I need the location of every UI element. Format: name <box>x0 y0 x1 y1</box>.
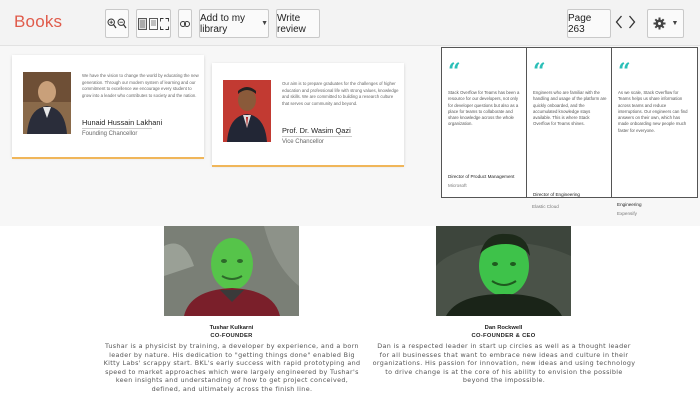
card-underline <box>212 165 404 167</box>
testimonial-company: Microsoft <box>448 183 467 188</box>
settings-caret-icon: ▼ <box>671 20 679 27</box>
testimonials-box: “ Stack Overflow for Teams has been a re… <box>441 47 698 198</box>
leader-name: Prof. Dr. Wasim Qazi <box>282 126 351 135</box>
leader-role: Founding Chancellor <box>82 131 138 137</box>
leader-card: We have the vision to change the world b… <box>12 55 204 157</box>
quote-icon: “ <box>448 59 461 85</box>
add-to-library-button[interactable]: Add to my library ▼ <box>199 9 269 38</box>
testimonial-text: Stack Overflow for Teams has been a reso… <box>448 90 520 127</box>
single-page-icon[interactable] <box>138 17 147 30</box>
founder-bio: Tushar is a physicist by training, a dev… <box>103 342 361 393</box>
two-page-icon[interactable] <box>149 17 158 30</box>
write-review-button[interactable]: Write review <box>276 9 320 38</box>
settings-button[interactable]: ▼ <box>647 9 684 38</box>
testimonial-company: Expensify <box>617 211 637 216</box>
leader-description: We have the vision to change the world b… <box>82 73 199 98</box>
testimonial-author: Director of Product Management <box>448 174 515 179</box>
founder-photo <box>164 226 299 316</box>
book-toolbar: Books Add to my library ▼ Write review P… <box>0 0 700 46</box>
founder-photo <box>436 226 571 316</box>
testimonial: “ Stack Overflow for Teams has been a re… <box>442 48 527 197</box>
founder-role: CO-FOUNDER & CEO <box>471 333 536 339</box>
add-to-library-label: Add to my library <box>200 12 246 35</box>
founder-name: Dan Rockwell <box>484 325 523 331</box>
leader-card: Our aim is to prepare graduates for the … <box>212 63 404 165</box>
founder-bio: Dan is a respected leader in start up ci… <box>372 342 636 385</box>
leader-name: Hunaid Hussain Lakhani <box>82 118 163 127</box>
testimonial: “ As we scale, Stack Overflow for Teams … <box>612 48 697 197</box>
chevron-left-icon[interactable] <box>615 14 623 35</box>
view-mode-group <box>136 9 171 38</box>
link-icon <box>180 20 190 28</box>
zoom-group <box>105 9 129 38</box>
page-selector[interactable]: Page 263 <box>567 9 611 38</box>
chevron-right-icon[interactable] <box>628 14 636 35</box>
zoom-out-icon[interactable] <box>117 17 127 30</box>
page-label: Page 263 <box>568 12 592 35</box>
testimonial-text: Engineers who are familiar with the hand… <box>533 90 607 127</box>
quote-icon: “ <box>533 59 546 85</box>
divider <box>82 128 152 129</box>
share-link-button[interactable] <box>178 9 192 38</box>
gear-icon <box>653 17 666 30</box>
leader-role: Vice Chancellor <box>282 139 324 145</box>
testimonial-author: Director of Engineering <box>533 192 580 197</box>
zoom-in-icon[interactable] <box>107 17 117 30</box>
testimonial-author: Engineering <box>617 202 642 207</box>
caret-down-icon: ▼ <box>261 20 268 27</box>
books-logo[interactable]: Books <box>14 12 62 32</box>
leader-description: Our aim is to prepare graduates for the … <box>282 81 399 106</box>
quote-icon: “ <box>618 59 631 85</box>
founder-role: CO-FOUNDER <box>210 333 253 339</box>
testimonial-text: As we scale, Stack Overflow for Teams he… <box>618 90 688 133</box>
leader-photo <box>223 80 271 142</box>
write-review-label: Write review <box>277 12 306 35</box>
divider <box>282 136 352 137</box>
founder-name: Tushar Kulkarni <box>209 325 254 331</box>
fullscreen-icon[interactable] <box>160 17 169 30</box>
leader-photo <box>23 72 71 134</box>
testimonial-company: Elastic Cloud <box>532 204 559 209</box>
card-underline <box>12 157 204 159</box>
testimonial: “ Engineers who are familiar with the ha… <box>527 48 612 197</box>
